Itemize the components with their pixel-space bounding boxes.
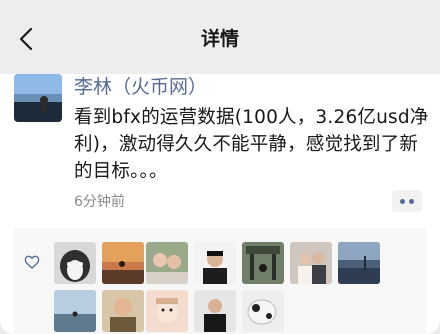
liker-avatar[interactable] (242, 242, 284, 284)
liker-avatar[interactable] (290, 242, 332, 284)
nav-bar: 详情 (0, 0, 440, 74)
liker-avatar[interactable] (242, 290, 284, 332)
more-dots-icon[interactable] (392, 190, 422, 212)
likes-panel (14, 228, 426, 334)
liker-avatar[interactable] (338, 242, 380, 284)
heart-outline-icon (24, 255, 40, 269)
liker-avatar[interactable] (102, 242, 144, 284)
moment-post: 李林（火币网） 看到bfx的运营数据(100人，3.26亿usd净利)，激动得久… (0, 74, 440, 334)
post-time: 6分钟前 (74, 194, 125, 210)
author-avatar[interactable] (14, 74, 62, 122)
liker-avatar[interactable] (146, 290, 188, 332)
liker-avatar[interactable] (194, 290, 236, 332)
liker-avatar[interactable] (146, 242, 188, 284)
liker-avatar[interactable] (102, 290, 144, 332)
page-title: 详情 (200, 28, 239, 50)
moments-detail-screen: 详情 李林（火币网） 看到bfx的运营数据(100人，3.26亿usd净利)，激… (0, 0, 440, 334)
liker-avatar[interactable] (54, 290, 96, 332)
post-content: 看到bfx的运营数据(100人，3.26亿usd净利)，激动得久久不能平静，感觉… (74, 107, 429, 182)
liker-avatar[interactable] (54, 242, 96, 284)
author-name[interactable]: 李林（火币网） (74, 74, 207, 100)
liker-avatar[interactable] (194, 242, 236, 284)
